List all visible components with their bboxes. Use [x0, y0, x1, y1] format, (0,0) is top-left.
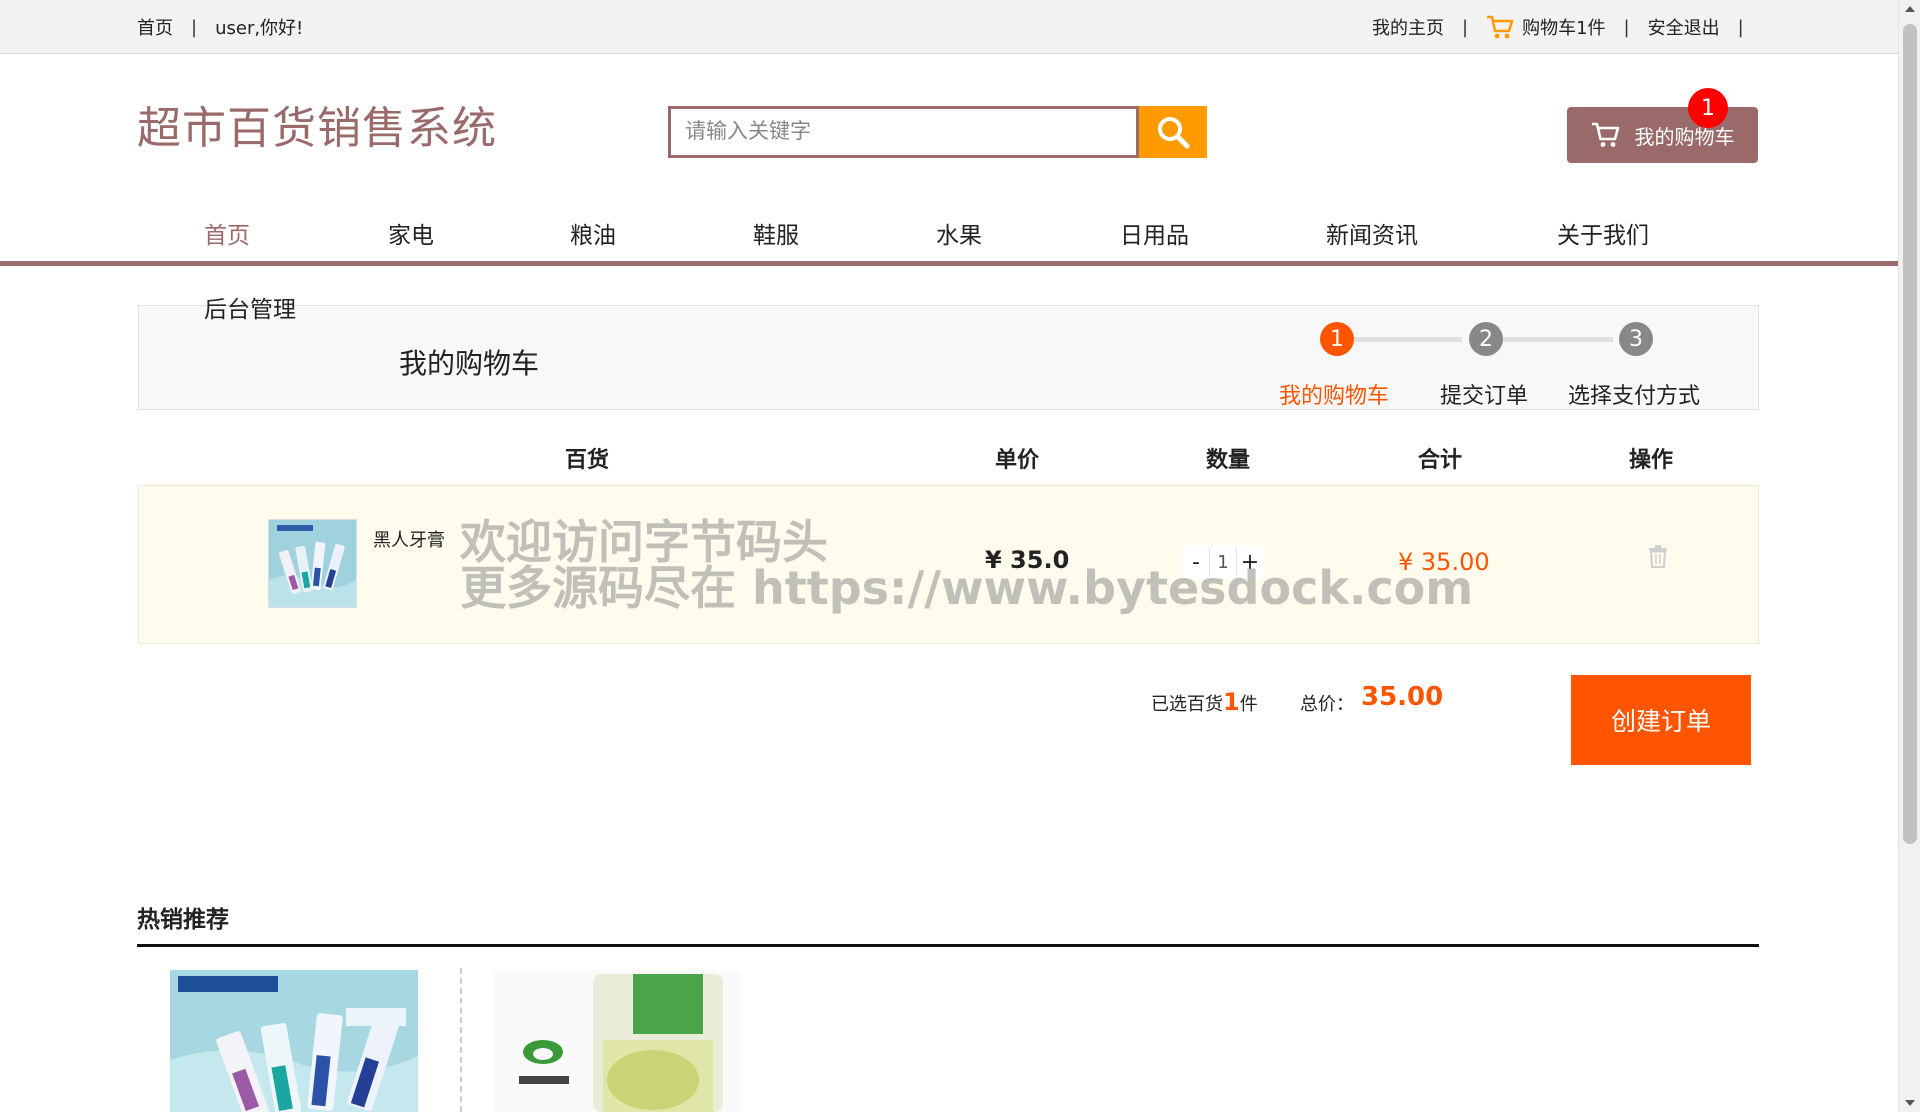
site-logo[interactable]: 超市百货销售系统	[137, 92, 497, 156]
top-separator: |	[191, 16, 198, 38]
step-1-dot: 1	[1320, 322, 1354, 356]
selected-suffix: 件	[1239, 694, 1258, 715]
main-nav: 首页 家电 粮油 鞋服 水果 日用品 新闻资讯 关于我们	[0, 200, 1898, 266]
product-name[interactable]: 黑人牙膏	[373, 526, 445, 552]
column-header-goods: 百货	[565, 448, 610, 473]
selected-number: 1	[1223, 688, 1240, 716]
total-price-label: 总价：	[1300, 694, 1354, 715]
nav-item-grain-oil[interactable]: 粮油	[570, 216, 616, 250]
create-order-button[interactable]: 创建订单	[1571, 675, 1751, 765]
rice-bag-image	[493, 970, 741, 1112]
hot-recommend-title: 热销推荐	[137, 907, 229, 933]
step-3-label: 选择支付方式	[1568, 384, 1701, 409]
column-header-actions: 操作	[1629, 448, 1674, 473]
product-thumbnail[interactable]	[268, 519, 357, 608]
nav-item-home[interactable]: 首页	[204, 216, 250, 250]
cart-count-badge: 1	[1688, 88, 1728, 128]
toothpaste-image	[170, 970, 418, 1112]
user-greeting: user,你好!	[215, 18, 304, 39]
column-header-unit-price: 单价	[995, 448, 1040, 473]
nav-item-daily-goods[interactable]: 日用品	[1120, 216, 1189, 250]
nav-item-news[interactable]: 新闻资讯	[1326, 216, 1418, 250]
trash-icon	[1649, 545, 1667, 568]
cart-icon	[1591, 122, 1619, 147]
step-connector	[1503, 337, 1613, 342]
my-cart-label: 我的购物车	[1634, 124, 1735, 149]
scroll-thumb[interactable]	[1903, 24, 1917, 844]
hot-card-separator	[460, 968, 462, 1112]
step-1-label: 我的购物车	[1279, 384, 1390, 409]
logout-link[interactable]: 安全退出	[1648, 14, 1720, 40]
top-home-link[interactable]: 首页	[137, 14, 173, 40]
search-input[interactable]	[685, 119, 1122, 143]
step-2-label: 提交订单	[1440, 384, 1529, 409]
checkout-steps: 1 2 3 我的购物车 提交订单 选择支付方式	[1279, 320, 1759, 409]
hot-recommend-divider	[137, 944, 1759, 947]
column-header-subtotal: 合计	[1418, 448, 1463, 473]
search-button[interactable]	[1139, 106, 1207, 158]
cart-header-box: 我的购物车 1 2 3 我的购物车 提交订单 选择支付方式	[138, 305, 1759, 410]
column-header-quantity: 数量	[1206, 448, 1251, 473]
nav-item-fruit[interactable]: 水果	[936, 216, 982, 250]
top-separator: |	[1623, 16, 1630, 38]
vertical-scrollbar[interactable]	[1898, 0, 1920, 1112]
nav-item-admin[interactable]: 后台管理	[204, 290, 296, 324]
selected-prefix: 已选百货	[1151, 694, 1223, 715]
my-cart-button[interactable]: 我的购物车	[1567, 107, 1758, 163]
top-bar-right: 我的主页 | 购物车1件 | 安全退出 |	[1372, 14, 1762, 40]
step-2-dot: 2	[1469, 322, 1503, 356]
step-3-dot: 3	[1619, 322, 1653, 356]
my-home-link[interactable]: 我的主页	[1372, 14, 1444, 40]
total-price-value: 35.00	[1361, 682, 1444, 712]
top-separator: |	[1462, 16, 1469, 38]
top-separator: |	[1737, 16, 1744, 38]
hot-product-card[interactable]	[493, 970, 741, 1112]
watermark-line-2: 更多源码尽在 https://www.bytesdock.com	[460, 561, 1474, 615]
search-icon	[1158, 117, 1190, 149]
top-cart-link[interactable]: 购物车1件	[1486, 14, 1606, 40]
delete-item-button[interactable]	[1647, 544, 1669, 572]
nav-item-about[interactable]: 关于我们	[1557, 216, 1649, 250]
toothpaste-image	[269, 520, 356, 607]
cart-title: 我的购物车	[399, 347, 540, 380]
cart-icon	[1487, 15, 1514, 39]
selected-count: 已选百货1件	[1151, 688, 1258, 716]
hot-product-card[interactable]	[170, 970, 418, 1112]
top-bar: 首页 | user,你好! 我的主页 | 购物车1件 | 安全退出 |	[0, 0, 1898, 54]
nav-item-appliances[interactable]: 家电	[388, 216, 434, 250]
search-box	[668, 106, 1139, 158]
top-bar-left: 首页 | user,你好!	[137, 14, 303, 40]
nav-item-clothing[interactable]: 鞋服	[753, 216, 799, 250]
step-connector	[1354, 337, 1462, 342]
top-cart-count: 购物车1件	[1522, 18, 1606, 39]
scroll-up-arrow[interactable]	[1905, 6, 1915, 12]
scroll-down-arrow[interactable]	[1905, 1100, 1915, 1106]
